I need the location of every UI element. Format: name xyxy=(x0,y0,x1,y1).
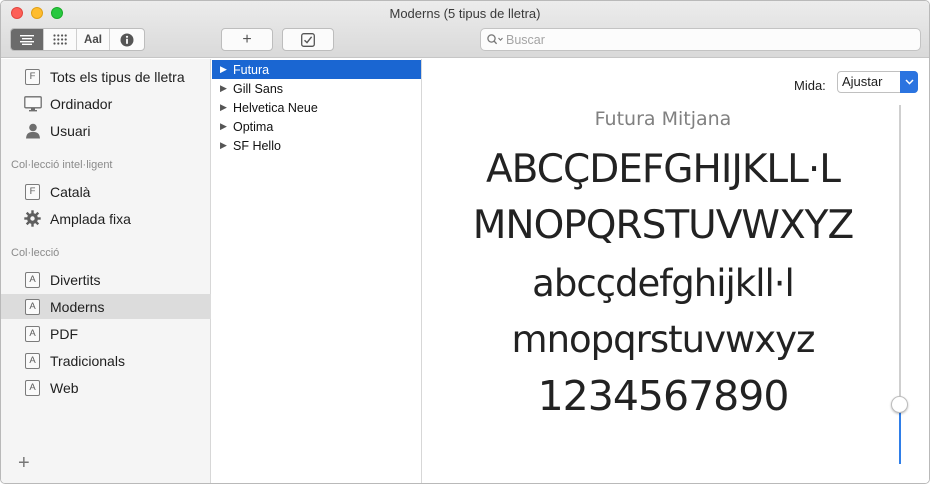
collection-icon: A xyxy=(23,324,42,343)
sidebar-item-tradicionals[interactable]: A Tradicionals xyxy=(1,348,211,373)
font-box-icon: F xyxy=(23,67,42,86)
collection-glyph: A xyxy=(25,298,40,315)
add-font-button[interactable]: + xyxy=(221,28,273,51)
disclosure-triangle-icon[interactable]: ▶ xyxy=(220,83,233,94)
sidebar-item-label: Usuari xyxy=(50,122,91,139)
sample-line-lowercase-2: mnopqrstuvwxyz xyxy=(511,318,816,361)
collection-icon: A xyxy=(23,270,42,289)
sidebar-item-catala[interactable]: F Català xyxy=(1,179,211,204)
smart-collection-heading: Col·lecció intel·ligent xyxy=(11,159,113,171)
validate-font-button[interactable] xyxy=(282,28,334,51)
collection-glyph: A xyxy=(25,271,40,288)
font-family-label: Gill Sans xyxy=(233,81,284,96)
collection-heading: Col·lecció xyxy=(11,247,60,259)
sample-line-uppercase-2: MNOPQRSTUVWXYZ xyxy=(472,203,854,248)
checkbox-icon xyxy=(301,32,315,47)
font-list-item-futura[interactable]: ▶ Futura xyxy=(212,60,421,79)
sidebar-item-fixed-width[interactable]: Amplada fixa xyxy=(1,206,211,231)
computer-icon xyxy=(23,94,42,113)
font-preview-pane: Mida: Ajustar Futura Mitjana ABCÇDEFGHIJ… xyxy=(423,59,929,483)
title-bar: Moderns (5 tipus de lletra) AaI + Buscar xyxy=(1,1,929,58)
chevron-down-icon xyxy=(900,71,918,93)
search-field[interactable] xyxy=(480,28,921,51)
collection-icon: A xyxy=(23,378,42,397)
list-lines-icon xyxy=(20,34,34,45)
font-list-item-helvetica-neue[interactable]: ▶ Helvetica Neue xyxy=(212,98,421,117)
font-family-label: Optima xyxy=(233,119,274,134)
font-family-label: SF Hello xyxy=(233,138,281,153)
grid-dots-icon xyxy=(53,34,67,45)
font-box-glyph: F xyxy=(25,183,40,200)
info-view-button[interactable] xyxy=(110,29,143,50)
disclosure-triangle-icon[interactable]: ▶ xyxy=(220,121,233,132)
font-list: ▶ Futura ▶ Gill Sans ▶ Helvetica Neue ▶ … xyxy=(212,59,422,483)
size-label: Mida: xyxy=(794,78,826,93)
sample-view-button[interactable]: AaI xyxy=(77,29,110,50)
sample-line-uppercase-1: ABCÇDEFGHIJKLL·L xyxy=(485,147,841,192)
sidebar-item-label: Divertits xyxy=(50,271,101,288)
sidebar-item-label: Moderns xyxy=(50,298,105,315)
disclosure-triangle-icon[interactable]: ▶ xyxy=(220,140,233,151)
list-view-button[interactable] xyxy=(11,29,44,50)
font-family-label: Futura xyxy=(233,62,270,77)
grid-view-button[interactable] xyxy=(44,29,77,50)
collection-icon: A xyxy=(23,297,42,316)
font-box-glyph: F xyxy=(25,68,40,85)
sidebar: F Tots els tipus de lletra Ordinador Usu… xyxy=(1,59,211,483)
sidebar-item-web[interactable]: A Web xyxy=(1,375,211,400)
size-value: Ajustar xyxy=(842,74,883,89)
font-family-label: Helvetica Neue xyxy=(233,100,318,115)
search-input[interactable] xyxy=(506,32,906,47)
sidebar-item-label: Amplada fixa xyxy=(50,210,131,227)
sidebar-item-divertits[interactable]: A Divertits xyxy=(1,267,211,292)
preview-font-name: Futura Mitjana xyxy=(594,108,732,130)
sidebar-item-label: Ordinador xyxy=(50,95,113,112)
info-icon xyxy=(120,33,133,46)
size-slider-fill xyxy=(899,404,901,464)
sidebar-item-pdf[interactable]: A PDF xyxy=(1,321,211,346)
sidebar-item-label: PDF xyxy=(50,325,78,342)
disclosure-triangle-icon[interactable]: ▶ xyxy=(220,102,233,113)
size-popup-button[interactable]: Ajustar xyxy=(837,71,918,93)
font-list-item-sf-hello[interactable]: ▶ SF Hello xyxy=(212,136,421,155)
sidebar-item-computer[interactable]: Ordinador xyxy=(1,91,211,116)
sidebar-item-label: Tots els tipus de lletra xyxy=(50,68,185,85)
gear-icon xyxy=(23,209,42,228)
disclosure-triangle-icon[interactable]: ▶ xyxy=(220,64,233,75)
window-title: Moderns (5 tipus de lletra) xyxy=(389,6,541,21)
sample-line-lowercase-1: abcçdefghijkll·l xyxy=(532,262,795,305)
collection-glyph: A xyxy=(25,352,40,369)
collection-glyph: A xyxy=(25,379,40,396)
sample-line-digits: 1234567890 xyxy=(537,372,790,420)
sidebar-item-label: Web xyxy=(50,379,79,396)
size-slider-knob[interactable] xyxy=(891,396,908,414)
sidebar-item-moderns[interactable]: A Moderns xyxy=(1,294,211,319)
sidebar-item-label: Tradicionals xyxy=(50,352,125,369)
add-collection-button[interactable]: + xyxy=(18,452,30,475)
font-box-icon: F xyxy=(23,182,42,201)
sidebar-item-label: Català xyxy=(50,183,91,200)
font-list-item-gill-sans[interactable]: ▶ Gill Sans xyxy=(212,79,421,98)
font-list-item-optima[interactable]: ▶ Optima xyxy=(212,117,421,136)
sidebar-item-all-fonts[interactable]: F Tots els tipus de lletra xyxy=(1,64,211,89)
collection-glyph: A xyxy=(25,325,40,342)
user-icon xyxy=(23,121,42,140)
collection-icon: A xyxy=(23,351,42,370)
sidebar-item-user[interactable]: Usuari xyxy=(1,118,211,143)
view-mode-segmented-control: AaI xyxy=(10,28,145,51)
font-book-window: Moderns (5 tipus de lletra) AaI + Buscar… xyxy=(0,0,930,484)
search-icon xyxy=(487,34,503,45)
